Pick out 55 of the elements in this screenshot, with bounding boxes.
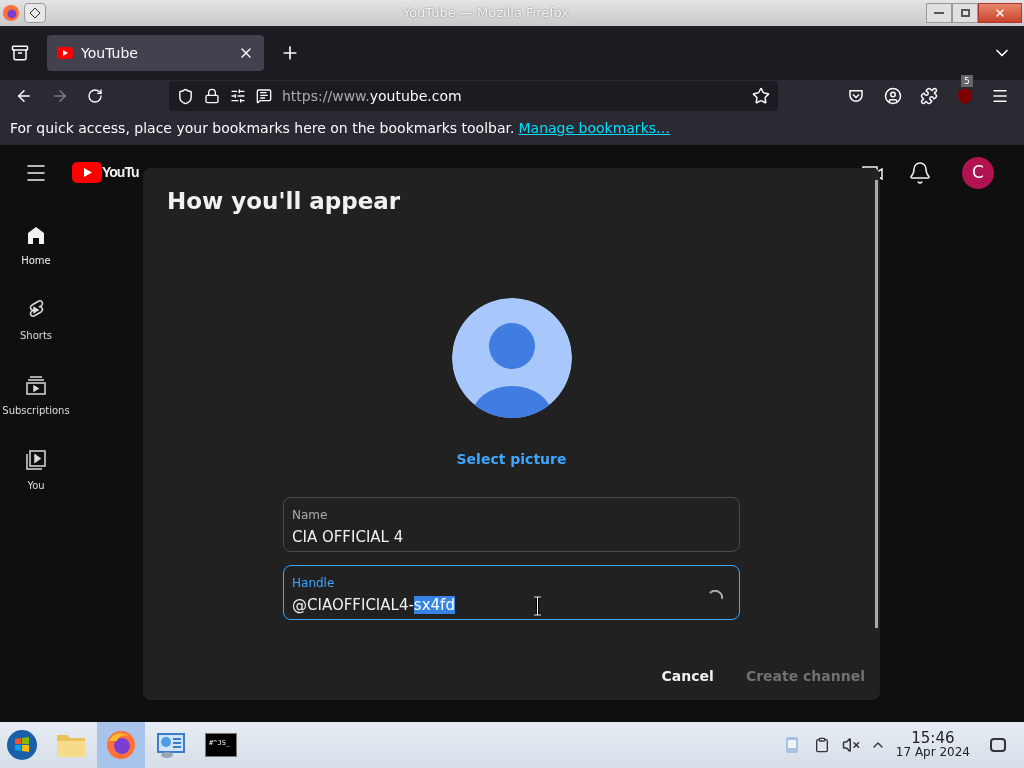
field-label: Name — [292, 507, 329, 522]
clock-date: 17 Apr 2024 — [895, 745, 970, 759]
clock[interactable]: 15:46 17 Apr 2024 — [895, 731, 970, 759]
muted-volume-icon[interactable] — [841, 736, 860, 754]
address-bar[interactable]: https://www.youtube.com — [169, 81, 778, 111]
extensions-icon[interactable] — [920, 87, 938, 105]
pocket-icon[interactable] — [847, 87, 865, 105]
account-icon[interactable] — [884, 87, 902, 105]
diamond-icon — [29, 7, 41, 19]
bookmark-star-icon[interactable] — [752, 87, 770, 105]
sidebar-item[interactable]: Subscriptions — [1, 373, 71, 418]
avatar-placeholder-icon[interactable] — [451, 297, 572, 418]
browser-tab[interactable]: YouTube — [47, 35, 264, 71]
subscriptions-icon — [24, 373, 48, 397]
library-icon — [24, 448, 48, 472]
clock-time: 15:46 — [911, 731, 955, 745]
select-picture-link[interactable]: Select picture — [456, 448, 567, 470]
reload-icon[interactable] — [87, 88, 103, 104]
sidebar-item[interactable]: Shorts — [1, 298, 71, 343]
permissions-icon — [230, 88, 246, 104]
youtube-logo-text: YouTu — [102, 163, 139, 182]
manage-bookmarks-link[interactable]: Manage bookmarks… — [518, 118, 671, 139]
sidebar-item[interactable]: You — [1, 448, 71, 493]
notifications-icon[interactable] — [908, 161, 932, 185]
show-desktop-button[interactable] — [990, 738, 1006, 752]
dialog-title: How you'll appear — [167, 187, 401, 216]
maximize-button[interactable] — [952, 3, 978, 23]
tab-title: YouTube — [81, 43, 139, 63]
menu-icon[interactable] — [991, 87, 1009, 105]
dialog-button[interactable]: Cancel — [661, 665, 714, 687]
scrollbar[interactable] — [875, 180, 878, 628]
forward-icon[interactable] — [51, 87, 69, 105]
firefox-icon — [105, 729, 137, 761]
account-avatar[interactable]: C — [962, 157, 994, 189]
clipboard-icon[interactable] — [813, 737, 830, 753]
bookmarks-message: For quick access, place your bookmarks here on the bookmarks toolbar. — [10, 119, 515, 138]
url-text: https://www.youtube.com — [282, 86, 463, 106]
monitor-icon — [155, 731, 187, 759]
text-cursor-icon — [533, 596, 542, 616]
message-icon — [256, 88, 272, 104]
firefox-button[interactable] — [97, 722, 145, 768]
youtube-logo-icon — [72, 162, 102, 183]
lock-icon — [204, 88, 220, 104]
minimize-button[interactable] — [926, 3, 952, 23]
back-icon[interactable] — [15, 87, 33, 105]
shield-icon — [177, 87, 194, 105]
field-value: CIA OFFICIAL 4 — [292, 526, 405, 548]
window-menu-button[interactable] — [24, 3, 46, 23]
youtube-favicon-icon — [57, 47, 73, 59]
close-icon — [994, 7, 1006, 19]
field-label: Handle — [292, 575, 336, 590]
firefox-icon — [2, 4, 20, 22]
extension-badge: 5 — [961, 75, 973, 87]
name-field[interactable]: Name CIA OFFICIAL 4 — [283, 496, 740, 552]
close-button[interactable] — [978, 3, 1022, 23]
